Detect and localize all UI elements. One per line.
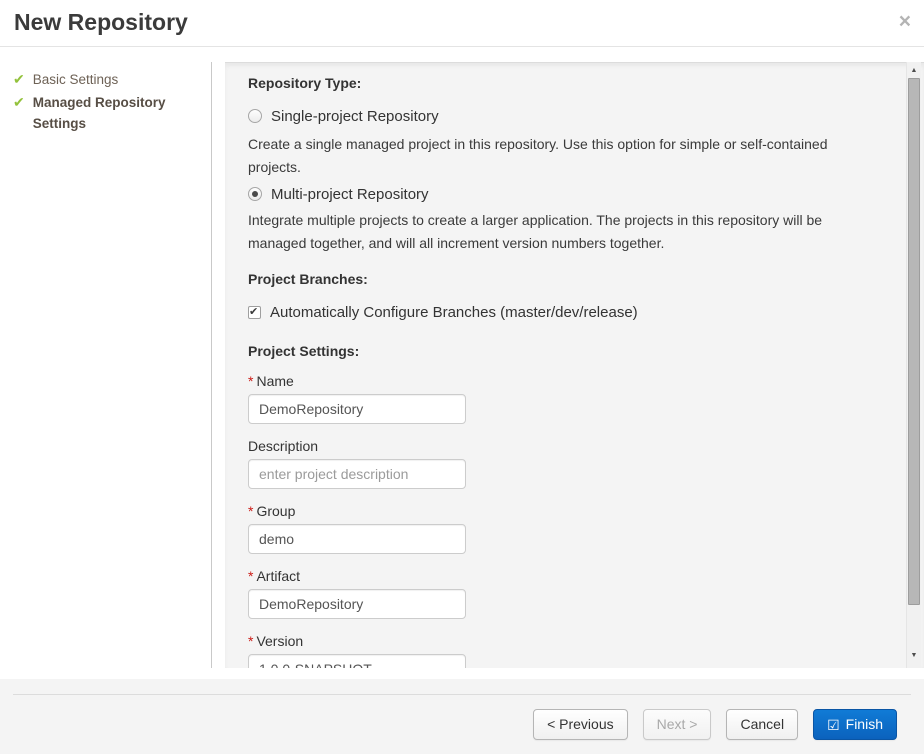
step-label: Basic Settings <box>33 69 119 90</box>
project-branches-heading: Project Branches: <box>248 269 924 289</box>
auto-configure-branches-option[interactable]: Automatically Configure Branches (master… <box>248 301 924 323</box>
radio-label: Single-project Repository <box>271 108 439 125</box>
multi-project-radio[interactable] <box>248 187 262 201</box>
single-project-radio[interactable] <box>248 109 262 123</box>
modal-footer: < Previous Next > Cancel ☑ Finish <box>0 679 924 754</box>
multi-project-repository-option[interactable]: Multi-project Repository <box>248 183 924 205</box>
finish-button[interactable]: ☑ Finish <box>813 709 897 740</box>
radio-label: Multi-project Repository <box>271 186 429 203</box>
vertical-scrollbar[interactable]: ▲ ▼ <box>906 62 921 668</box>
required-marker: * <box>248 373 253 389</box>
single-project-help-text: Create a single managed project in this … <box>248 133 872 179</box>
group-input[interactable] <box>248 524 466 554</box>
check-icon: ✔ <box>13 92 25 113</box>
description-field-label: Description <box>248 436 924 456</box>
wizard-content-panel: Repository Type: Single-project Reposito… <box>225 62 924 668</box>
name-field-label: *Name <box>248 371 924 391</box>
step-label: Managed Repository Settings <box>33 92 183 134</box>
checkbox-label: Automatically Configure Branches (master… <box>270 304 638 321</box>
finish-check-icon: ☑ <box>827 718 840 732</box>
finish-button-label: Finish <box>846 710 883 739</box>
version-field-label: *Version <box>248 631 924 651</box>
project-settings-heading: Project Settings: <box>248 341 924 361</box>
multi-project-help-text: Integrate multiple projects to create a … <box>248 209 872 255</box>
sidebar-item-basic-settings[interactable]: ✔ Basic Settings <box>0 68 211 91</box>
artifact-field-label: *Artifact <box>248 566 924 586</box>
auto-configure-branches-checkbox[interactable] <box>248 306 261 319</box>
check-icon: ✔ <box>13 69 25 90</box>
footer-button-row: < Previous Next > Cancel ☑ Finish <box>533 709 897 740</box>
footer-divider <box>13 694 911 695</box>
required-marker: * <box>248 568 253 584</box>
page-title: New Repository <box>14 9 188 36</box>
sidebar-item-managed-repository-settings[interactable]: ✔ Managed Repository Settings <box>0 91 211 135</box>
wizard-steps-sidebar: ✔ Basic Settings ✔ Managed Repository Se… <box>0 48 211 668</box>
previous-button[interactable]: < Previous <box>533 709 628 740</box>
description-input[interactable] <box>248 459 466 489</box>
artifact-input[interactable] <box>248 589 466 619</box>
required-marker: * <box>248 503 253 519</box>
cancel-button[interactable]: Cancel <box>726 709 798 740</box>
scrollbar-thumb[interactable] <box>908 78 920 605</box>
single-project-repository-option[interactable]: Single-project Repository <box>248 105 924 127</box>
sidebar-divider <box>211 62 212 668</box>
modal-header: New Repository × <box>0 0 924 47</box>
repository-type-heading: Repository Type: <box>248 73 924 93</box>
group-field-label: *Group <box>248 501 924 521</box>
scroll-down-icon[interactable]: ▼ <box>907 648 921 662</box>
next-button[interactable]: Next > <box>643 709 712 740</box>
name-input[interactable] <box>248 394 466 424</box>
scroll-up-icon[interactable]: ▲ <box>907 63 921 77</box>
close-icon[interactable]: × <box>899 11 911 32</box>
version-input[interactable] <box>248 654 466 668</box>
required-marker: * <box>248 633 253 649</box>
